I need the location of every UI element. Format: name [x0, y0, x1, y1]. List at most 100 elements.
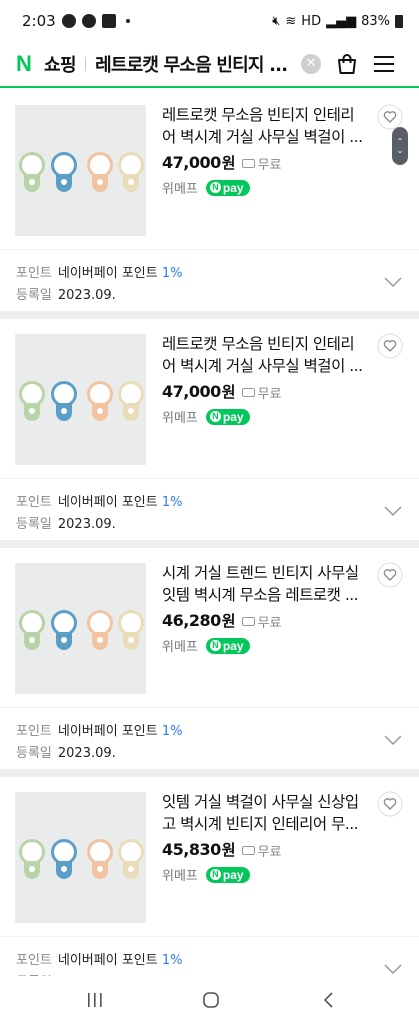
expand-chevron-icon[interactable]: [384, 963, 402, 975]
recent-apps-button[interactable]: [84, 988, 106, 1012]
product-thumbnail[interactable]: [15, 563, 146, 694]
shipping-fee: 무료: [257, 387, 282, 402]
product-list: 레트로캣 무소음 빈티지 인테리어 벽시계 거실 사무실 벽걸이 ... 47,…: [0, 90, 419, 1006]
npay-label: pay: [222, 409, 244, 424]
seller-row: 위메프 N pay: [162, 865, 250, 884]
clock-face: [22, 155, 42, 175]
product-thumbnail[interactable]: [15, 334, 146, 465]
product-extra-info: 포인트 네이버페이 포인트 1% 등록일 2023.09.: [16, 492, 182, 536]
clock-pendulum-dot: [128, 179, 134, 185]
heart-icon[interactable]: [377, 562, 403, 588]
shipping-info: 무료: [241, 841, 281, 860]
product-main[interactable]: 레트로캣 무소음 빈티지 인테리어 벽시계 거실 사무실 벽걸이 ... 47,…: [0, 90, 419, 250]
status-time: 2:03: [22, 12, 56, 30]
point-row: 포인트 네이버페이 포인트 1%: [16, 492, 182, 514]
clock-pendulum-dot: [97, 866, 103, 872]
point-value: 네이버페이 포인트: [57, 953, 158, 968]
point-label: 포인트: [16, 724, 52, 739]
shipping-info: 무료: [241, 383, 282, 402]
seller-name[interactable]: 위메프: [162, 178, 198, 197]
clock-face: [90, 384, 110, 404]
clock-pendulum-dot: [97, 637, 103, 643]
wall-clock-image: [51, 610, 77, 650]
price-row: 45,830 원 무료: [162, 839, 281, 860]
shopping-brand[interactable]: 쇼핑: [44, 51, 77, 77]
product-card[interactable]: 잇템 거실 벽걸이 사무실 신상입고 벽시계 빈티지 인테리어 무... 45,…: [0, 777, 419, 1006]
clock-face: [121, 384, 141, 404]
seller-name[interactable]: 위메프: [162, 865, 198, 884]
product-card[interactable]: 시계 거실 트렌드 빈티지 사무실 잇템 벽시계 무소음 레트로캣 ... 46…: [0, 548, 419, 777]
product-price: 47,000: [162, 382, 221, 401]
wall-clock-image: [87, 839, 113, 879]
seller-name[interactable]: 위메프: [162, 407, 198, 426]
shipping-fee: 무료: [257, 158, 282, 173]
clock-pendulum-dot: [128, 637, 134, 643]
shopping-bag-icon[interactable]: [335, 52, 359, 76]
clock-pendulum-dot: [29, 179, 35, 185]
product-price: 45,830: [162, 840, 221, 859]
shipping-info: 무료: [241, 612, 281, 631]
wall-clock-image: [118, 610, 144, 650]
truck-icon: [241, 617, 255, 626]
clock-face: [54, 842, 74, 862]
clock-face: [121, 155, 141, 175]
price-currency: 원: [221, 154, 236, 172]
product-main[interactable]: 시계 거실 트렌드 빈티지 사무실 잇템 벽시계 무소음 레트로캣 ... 46…: [0, 548, 419, 708]
scroll-down-icon: ⌄: [396, 146, 404, 155]
seller-name[interactable]: 위메프: [162, 636, 198, 655]
heart-icon[interactable]: [377, 333, 403, 359]
product-title[interactable]: 레트로캣 무소음 빈티지 인테리어 벽시계 거실 사무실 벽걸이 ...: [162, 104, 366, 148]
registration-label: 등록일: [16, 746, 52, 761]
wall-clock-image: [51, 381, 77, 421]
point-row: 포인트 네이버페이 포인트 1%: [16, 263, 182, 285]
home-button[interactable]: [200, 988, 222, 1012]
expand-chevron-icon[interactable]: [384, 276, 402, 288]
naver-logo[interactable]: N: [16, 51, 38, 77]
price-row: 46,280 원 무료: [162, 610, 281, 631]
scroll-up-icon: ⌃: [396, 137, 404, 146]
scroll-handle[interactable]: ⌃ ⌄: [392, 127, 408, 165]
product-title[interactable]: 잇템 거실 벽걸이 사무실 신상입고 벽시계 빈티지 인테리어 무...: [162, 791, 366, 835]
home-icon: [203, 992, 219, 1008]
mute-icon: 🔇︎: [272, 13, 281, 29]
clock-pendulum-dot: [61, 637, 67, 643]
truck-icon: [241, 388, 255, 397]
product-thumbnail[interactable]: [15, 105, 146, 236]
npay-badge: N pay: [205, 408, 250, 425]
heart-icon[interactable]: [377, 791, 403, 817]
expand-chevron-icon[interactable]: [384, 734, 402, 746]
search-query[interactable]: 레트로캣 무소음 빈티지 ...: [95, 51, 295, 77]
clear-search-button[interactable]: ✕: [301, 54, 322, 74]
product-card[interactable]: 레트로캣 무소음 빈티지 인테리어 벽시계 거실 사무실 벽걸이 ... 47,…: [0, 90, 419, 319]
system-nav-bar: [0, 976, 419, 1024]
wall-clock-image: [19, 381, 45, 421]
seller-row: 위메프 N pay: [162, 636, 250, 655]
seller-row: 위메프 N pay: [162, 178, 250, 197]
npay-label: pay: [222, 180, 244, 195]
clock-pendulum-dot: [97, 408, 103, 414]
product-title[interactable]: 시계 거실 트렌드 빈티지 사무실 잇템 벽시계 무소음 레트로캣 ...: [162, 562, 366, 606]
signal-icon: ▂▄▆: [326, 13, 357, 29]
registration-date: 2023.09.: [57, 746, 116, 761]
product-card[interactable]: 레트로캣 무소음 빈티지 인테리어 벽시계 거실 사무실 벽걸이 ... 47,…: [0, 319, 419, 548]
clock-face: [90, 613, 110, 633]
seller-row: 위메프 N pay: [162, 407, 250, 426]
header-divider: [85, 57, 87, 71]
clock-pendulum-dot: [29, 866, 35, 872]
wall-clock-image: [87, 610, 113, 650]
product-main[interactable]: 잇템 거실 벽걸이 사무실 신상입고 벽시계 빈티지 인테리어 무... 45,…: [0, 777, 419, 937]
expand-chevron-icon[interactable]: [384, 505, 402, 517]
point-row: 포인트 네이버페이 포인트 1%: [16, 721, 182, 743]
hamburger-menu-icon[interactable]: [373, 53, 395, 75]
wall-clock-image: [118, 152, 144, 192]
battery-icon: [395, 14, 403, 28]
point-value: 네이버페이 포인트: [57, 724, 158, 739]
back-button[interactable]: [318, 988, 340, 1012]
product-title[interactable]: 레트로캣 무소음 빈티지 인테리어 벽시계 거실 사무실 벽걸이 ...: [162, 333, 366, 377]
clock-face: [90, 155, 110, 175]
npay-label: pay: [222, 638, 244, 653]
point-row: 포인트 네이버페이 포인트 1%: [16, 950, 182, 972]
price-row: 47,000 원 무료: [162, 152, 281, 173]
product-thumbnail[interactable]: [15, 792, 146, 923]
product-main[interactable]: 레트로캣 무소음 빈티지 인테리어 벽시계 거실 사무실 벽걸이 ... 47,…: [0, 319, 419, 479]
